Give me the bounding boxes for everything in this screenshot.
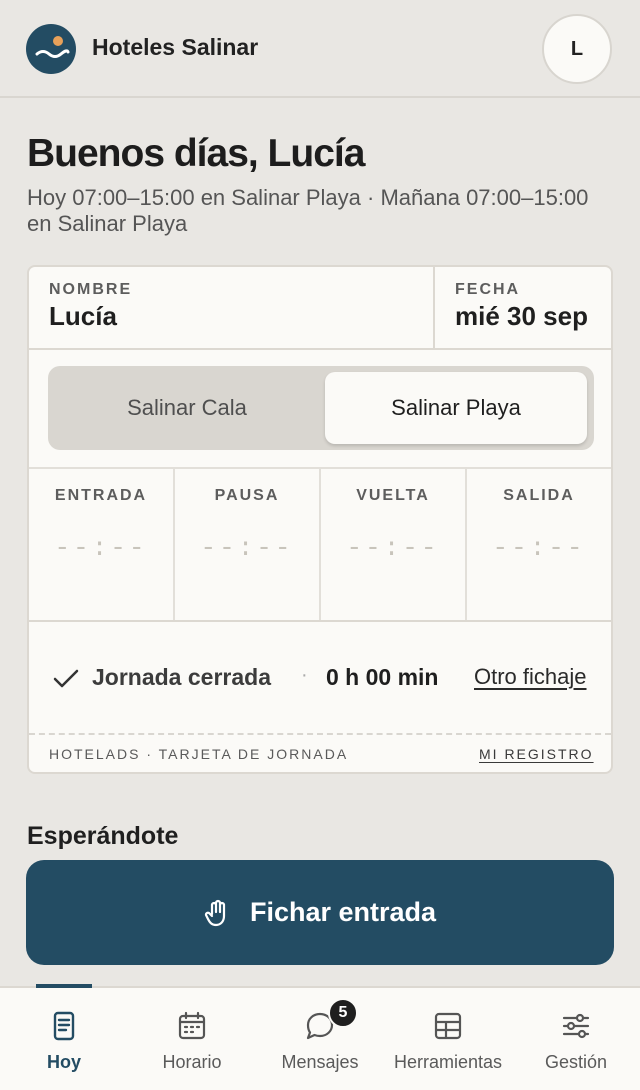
clock-in-label: Fichar entrada — [249, 897, 437, 927]
document-icon — [53, 1011, 75, 1041]
time-value: --:-- — [200, 533, 294, 563]
status-text: Jornada cerrada — [92, 664, 271, 690]
time-label: ENTRADA — [54, 487, 148, 504]
card-footer-caption: HOTELADS · TARJETA DE JORNADA — [49, 746, 349, 762]
other-clock-link[interactable]: Otro fichaje — [474, 664, 587, 690]
name-value: Lucía — [49, 301, 117, 331]
nav-item-horario[interactable]: Horario — [128, 988, 256, 1090]
time-label: PAUSA — [214, 487, 280, 504]
nav-item-herramientas[interactable]: Herramientas — [384, 988, 512, 1090]
my-record-link[interactable]: MI REGISTRO — [479, 746, 594, 762]
nav-label: Herramientas — [393, 1052, 503, 1072]
hand-icon — [204, 899, 226, 926]
time-value: --:-- — [492, 533, 586, 563]
time-label: SALIDA — [503, 487, 575, 504]
card-header: NOMBRE Lucía FECHA mié 30 sep — [29, 267, 611, 350]
date-field: FECHA mié 30 sep — [433, 267, 611, 350]
brand-name: Hoteles Salinar — [92, 34, 259, 60]
nav-item-mensajes[interactable]: 5 Mensajes — [256, 988, 384, 1090]
name-label: NOMBRE — [49, 281, 133, 298]
nav-label: Mensajes — [281, 1052, 359, 1072]
time-cell-vuelta: VUELTA --:-- — [321, 469, 467, 620]
location-option-salinar-cala[interactable]: Salinar Cala — [56, 372, 318, 444]
status-separator: · — [301, 664, 308, 686]
check-icon — [53, 669, 79, 688]
name-field: NOMBRE Lucía — [49, 281, 132, 332]
salinar-logo-icon — [26, 24, 76, 74]
calendar-icon — [178, 1011, 206, 1040]
location-option-salinar-playa[interactable]: Salinar Playa — [325, 372, 587, 444]
location-selector: Salinar Cala Salinar Playa — [48, 366, 594, 450]
shift-info: Hoy 07:00–15:00 en Salinar Playa · Mañan… — [27, 185, 589, 236]
clock-in-button[interactable]: Fichar entrada — [26, 860, 614, 965]
time-grid: ENTRADA --:-- PAUSA --:-- VUELTA --:-- S… — [29, 467, 611, 622]
grid-icon — [434, 1012, 462, 1040]
nav-item-hoy[interactable]: Hoy — [0, 988, 128, 1090]
nav-label: Hoy — [46, 1052, 81, 1072]
app-header: Hoteles Salinar L — [0, 0, 640, 98]
date-label: FECHA — [455, 281, 521, 298]
time-cell-salida: SALIDA --:-- — [467, 469, 611, 620]
time-value: --:-- — [346, 533, 440, 563]
bottom-nav: Hoy Horario 5 Mensajes Herramientas Gest… — [0, 984, 640, 1090]
nav-label: Gestión — [544, 1052, 608, 1072]
worked-duration: 0 h 00 min — [326, 664, 439, 690]
time-label: VUELTA — [356, 487, 430, 504]
sliders-icon — [562, 1013, 590, 1039]
time-cell-entrada: ENTRADA --:-- — [29, 469, 175, 620]
time-cell-pausa: PAUSA --:-- — [175, 469, 321, 620]
workday-card: NOMBRE Lucía FECHA mié 30 sep Salinar Ca… — [27, 265, 613, 774]
nav-label: Horario — [162, 1052, 222, 1072]
time-value: --:-- — [54, 533, 148, 563]
user-avatar[interactable]: L — [542, 14, 612, 84]
messages-badge: 5 — [328, 998, 358, 1028]
waiting-title: Esperándote — [27, 822, 179, 850]
status-row: Jornada cerrada · 0 h 00 min Otro fichaj… — [29, 622, 611, 735]
date-value: mié 30 sep — [455, 301, 588, 331]
nav-item-gestion[interactable]: Gestión — [512, 988, 640, 1090]
greeting-title: Buenos días, Lucía — [27, 132, 365, 175]
